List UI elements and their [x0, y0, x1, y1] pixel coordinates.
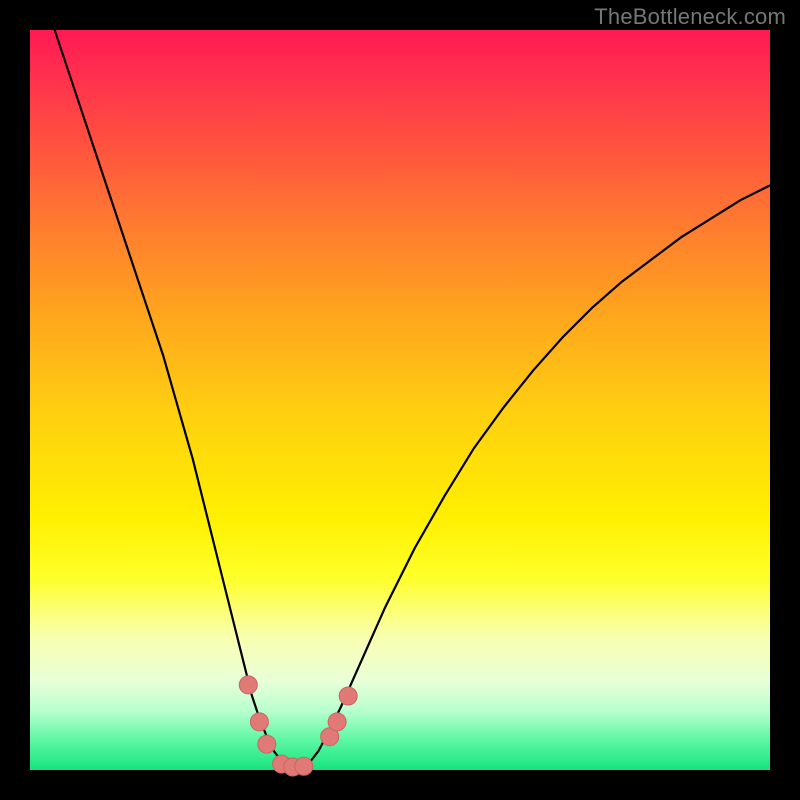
plot-area	[30, 30, 770, 770]
data-marker	[295, 757, 313, 775]
chart-svg	[30, 30, 770, 770]
data-marker	[250, 713, 268, 731]
data-marker	[258, 735, 276, 753]
watermark-text: TheBottleneck.com	[594, 4, 786, 30]
data-marker	[339, 687, 357, 705]
bottleneck-curve	[30, 0, 770, 766]
data-marker	[239, 676, 257, 694]
data-marker	[328, 713, 346, 731]
data-markers	[239, 676, 357, 776]
chart-frame: TheBottleneck.com	[0, 0, 800, 800]
